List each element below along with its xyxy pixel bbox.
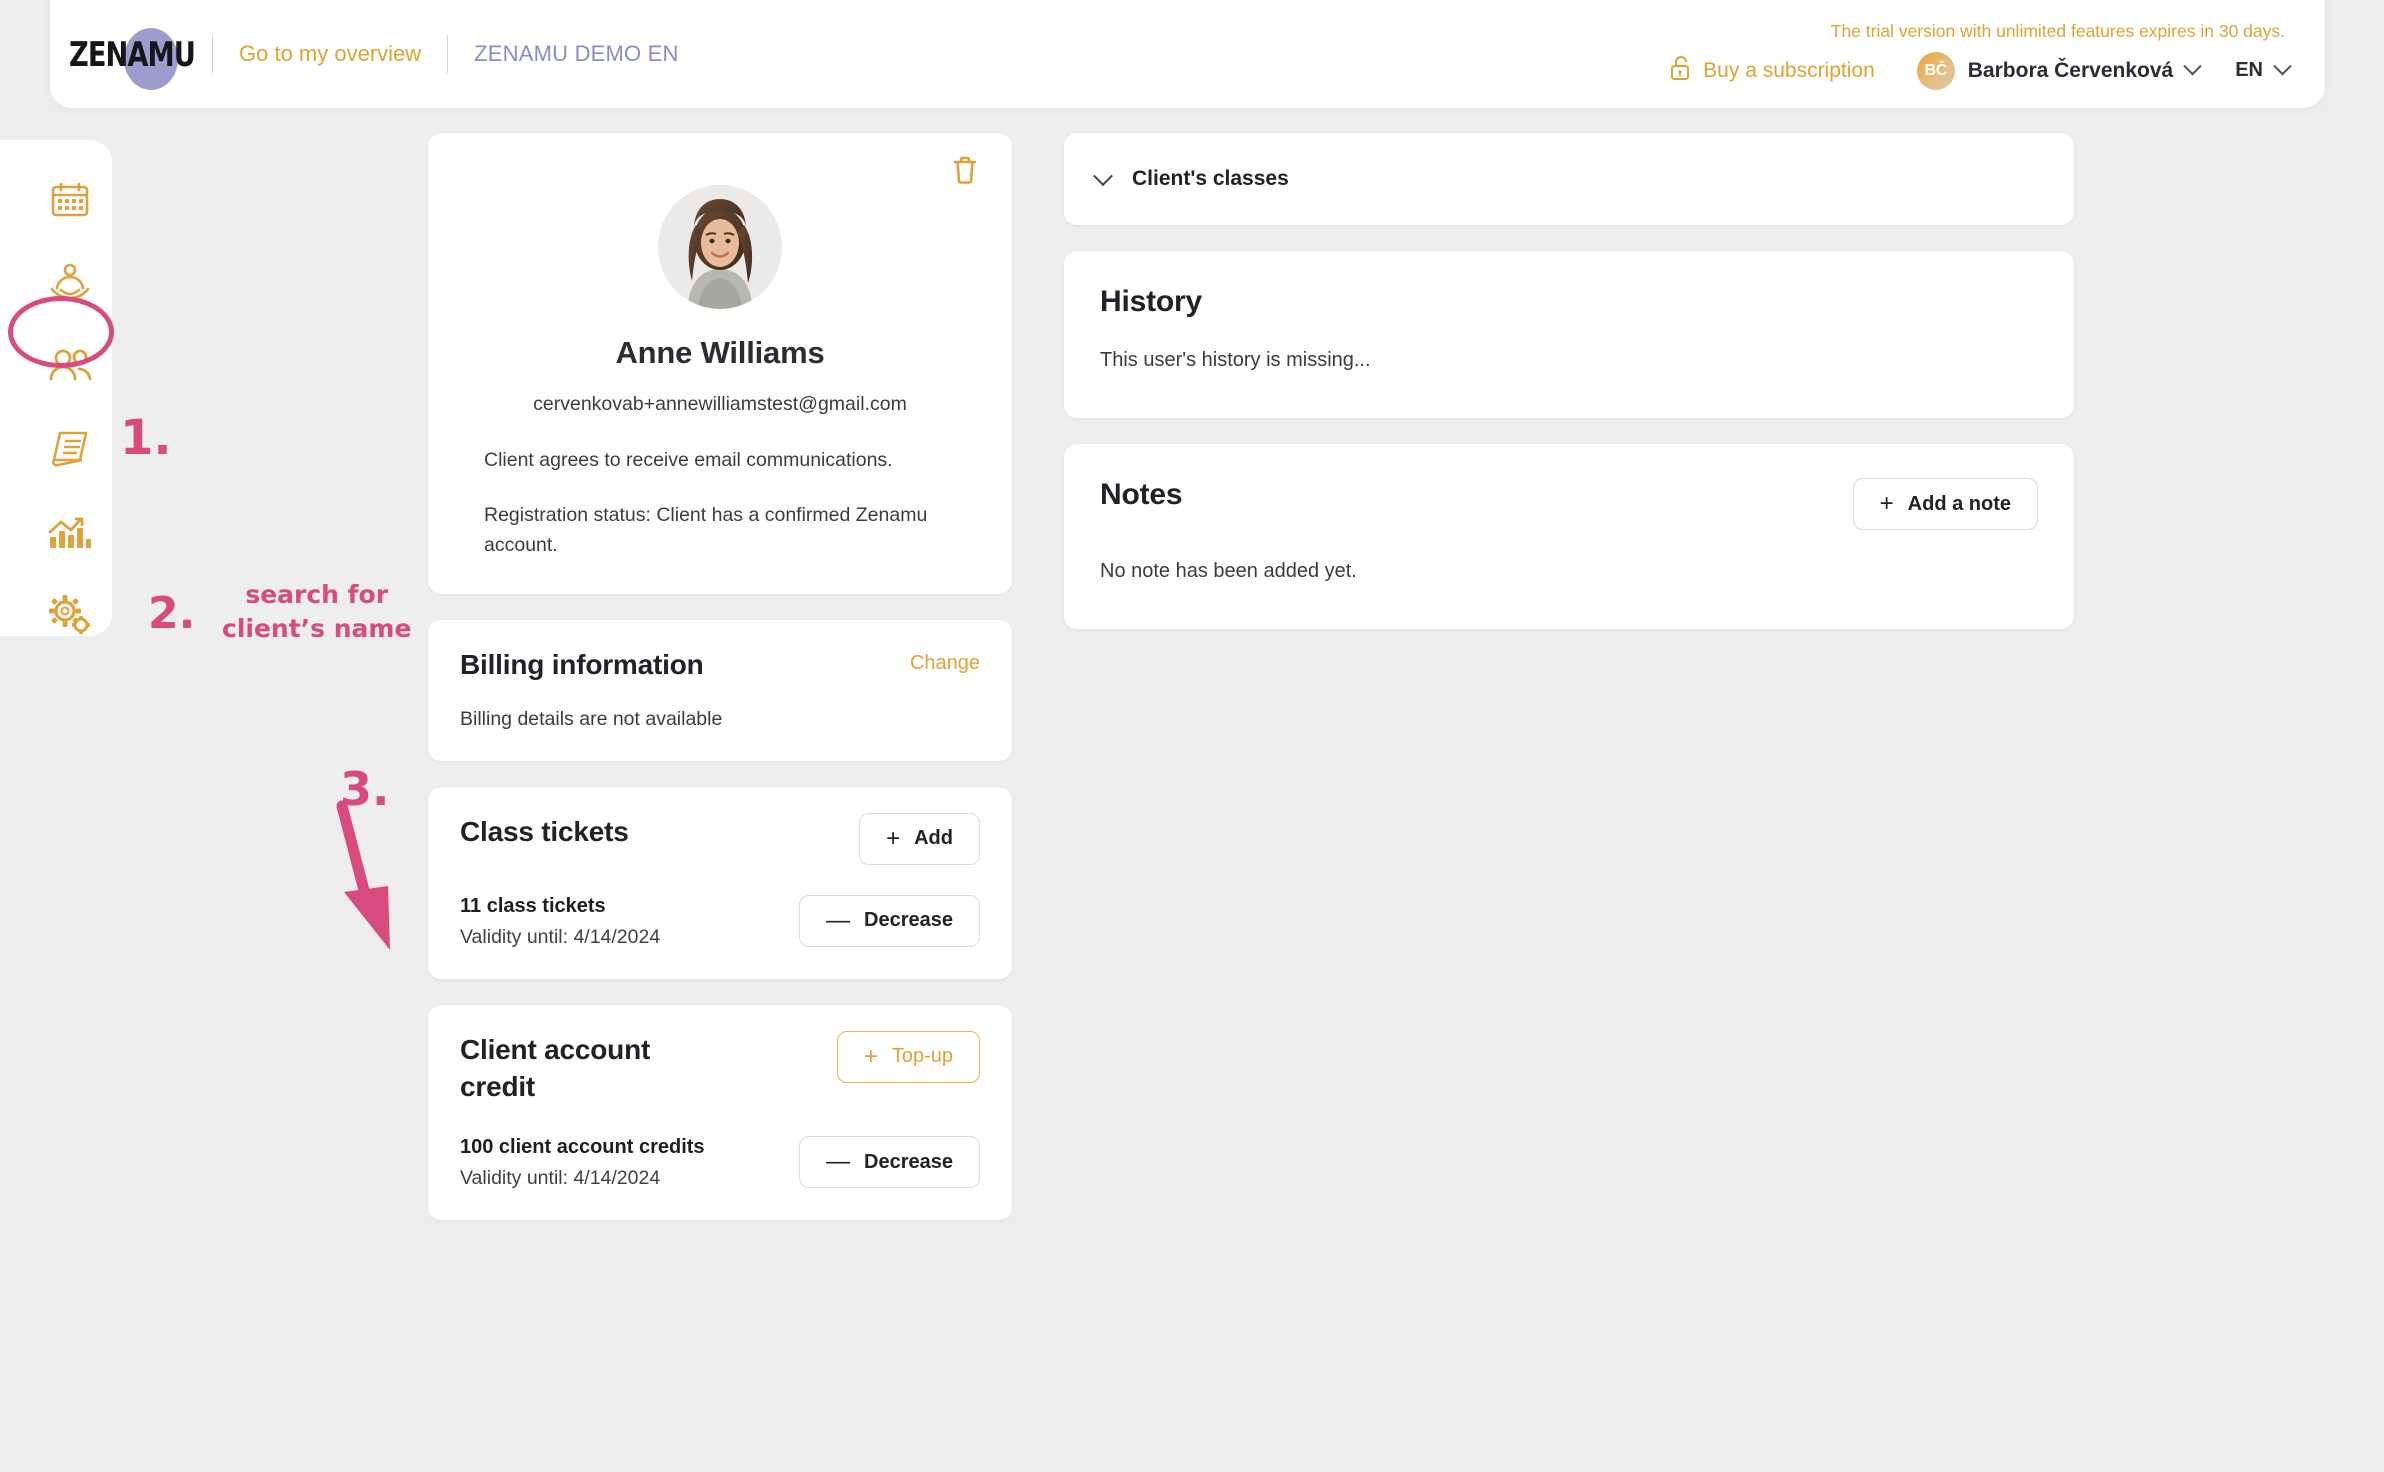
history-empty-text: This user's history is missing...: [1100, 349, 1371, 371]
sidebar-item-settings[interactable]: [28, 593, 112, 636]
billing-change-link[interactable]: Change: [910, 646, 980, 675]
user-menu[interactable]: BČ Barbora Červenková: [1916, 51, 2202, 90]
plus-icon: +: [863, 1042, 878, 1070]
right-column: Client's classes History This user's his…: [1064, 133, 2074, 655]
sidebar-item-invoices[interactable]: [28, 427, 112, 470]
annotation-step-2-text: search for client’s name: [222, 578, 411, 646]
calendar-icon: [50, 181, 90, 219]
class-tickets-decrease-label: Decrease: [864, 909, 953, 932]
chevron-down-icon: [1093, 166, 1113, 187]
avatar: BČ: [1916, 51, 1955, 90]
client-account-credit-card: Client account credit + Top-up 100 clien…: [428, 1004, 1012, 1221]
history-title: History: [1100, 285, 1202, 318]
client-email: cervenkovab+annewilliamstest@gmail.com: [533, 393, 907, 415]
sidebar-item-clients[interactable]: [28, 344, 112, 387]
people-icon: [46, 347, 94, 385]
account-credit-topup-button[interactable]: + Top-up: [836, 1030, 980, 1083]
annotation-step-2-line2: client’s name: [222, 613, 412, 643]
class-tickets-validity: Validity until: 4/14/2024: [460, 925, 661, 948]
class-tickets-add-label: Add: [914, 827, 953, 850]
chevron-down-icon: [2183, 57, 2202, 76]
header-divider-1: [212, 35, 213, 73]
bar-chart-icon: [47, 513, 93, 551]
chevron-down-icon: [2273, 57, 2292, 76]
account-credit-topup-label: Top-up: [891, 1045, 953, 1068]
go-to-overview-link[interactable]: Go to my overview: [239, 41, 421, 67]
add-note-label: Add a note: [1907, 492, 2011, 515]
trial-notice: The trial version with unlimited feature…: [1830, 20, 2285, 41]
gears-icon: [47, 594, 93, 636]
class-tickets-decrease-button[interactable]: — Decrease: [799, 894, 980, 947]
trash-icon: [952, 155, 978, 190]
sidebar-item-calendar[interactable]: [28, 178, 112, 221]
annotation-step-3-arrow: [330, 800, 450, 965]
user-name-label: Barbora Červenková: [1967, 58, 2174, 82]
billing-details-text: Billing details are not available: [460, 707, 723, 730]
clients-classes-label: Client's classes: [1132, 167, 1289, 190]
minus-icon: —: [826, 1148, 851, 1176]
billing-information-card: Billing information Change Billing detai…: [428, 619, 1012, 761]
top-header: ZENAMU Go to my overview ZENAMU DEMO EN …: [50, 0, 2325, 108]
buy-subscription-button[interactable]: Buy a subscription: [1670, 55, 1875, 87]
main-content: Anne Williams cervenkovab+annewilliamste…: [112, 108, 2384, 1472]
annotation-step-1: 1.: [120, 410, 172, 466]
lock-open-icon: [1670, 55, 1692, 87]
class-tickets-add-button[interactable]: + Add: [859, 812, 980, 865]
invoice-document-icon: [48, 429, 92, 469]
notes-panel: Notes + Add a note No note has been adde…: [1064, 444, 2074, 629]
class-tickets-card: Class tickets + Add 11 class tickets Val…: [428, 786, 1012, 979]
left-sidebar: [0, 140, 112, 636]
class-tickets-title: Class tickets: [460, 815, 629, 847]
plus-icon: +: [886, 824, 901, 852]
account-credit-count: 100 client account credits: [460, 1136, 705, 1159]
logo-text: ZENAMU: [69, 33, 196, 75]
account-credit-validity: Validity until: 4/14/2024: [460, 1167, 661, 1190]
account-credit-decrease-label: Decrease: [864, 1150, 953, 1173]
client-profile-card: Anne Williams cervenkovab+annewilliamste…: [428, 133, 1012, 594]
language-code: EN: [2235, 59, 2263, 81]
plus-icon: +: [1879, 490, 1894, 517]
sidebar-item-classes[interactable]: [28, 261, 112, 304]
minus-icon: —: [826, 906, 851, 934]
language-selector[interactable]: EN: [2235, 57, 2292, 82]
history-panel: History This user's history is missing..…: [1064, 251, 2074, 418]
zenamu-logo[interactable]: ZENAMU: [69, 26, 196, 90]
notes-empty-text: No note has been added yet.: [1100, 560, 1357, 582]
studio-name[interactable]: ZENAMU DEMO EN: [474, 41, 678, 67]
notes-title: Notes: [1100, 478, 1183, 511]
clients-classes-panel[interactable]: Client's classes: [1064, 133, 2074, 225]
add-note-button[interactable]: + Add a note: [1852, 478, 2038, 530]
annotation-step-2-number: 2.: [148, 588, 196, 639]
class-tickets-count: 11 class tickets: [460, 894, 606, 917]
sidebar-item-statistics[interactable]: [28, 510, 112, 553]
header-divider-2: [447, 35, 449, 73]
client-registration-status: Registration status: Client has a confir…: [484, 504, 928, 556]
yoga-lotus-icon: [47, 263, 93, 303]
annotation-step-2-line1: search for: [245, 580, 389, 609]
account-credit-decrease-button[interactable]: — Decrease: [799, 1136, 980, 1189]
billing-title: Billing information: [460, 648, 704, 680]
delete-client-button[interactable]: [948, 155, 982, 189]
buy-subscription-label: Buy a subscription: [1703, 58, 1875, 82]
client-name: Anne Williams: [615, 335, 825, 370]
client-photo: [658, 185, 782, 309]
left-column: Anne Williams cervenkovab+annewilliamste…: [428, 133, 1012, 1246]
account-credit-title: Client account credit: [460, 1033, 651, 1103]
client-consent-text: Client agrees to receive email communica…: [484, 449, 893, 471]
